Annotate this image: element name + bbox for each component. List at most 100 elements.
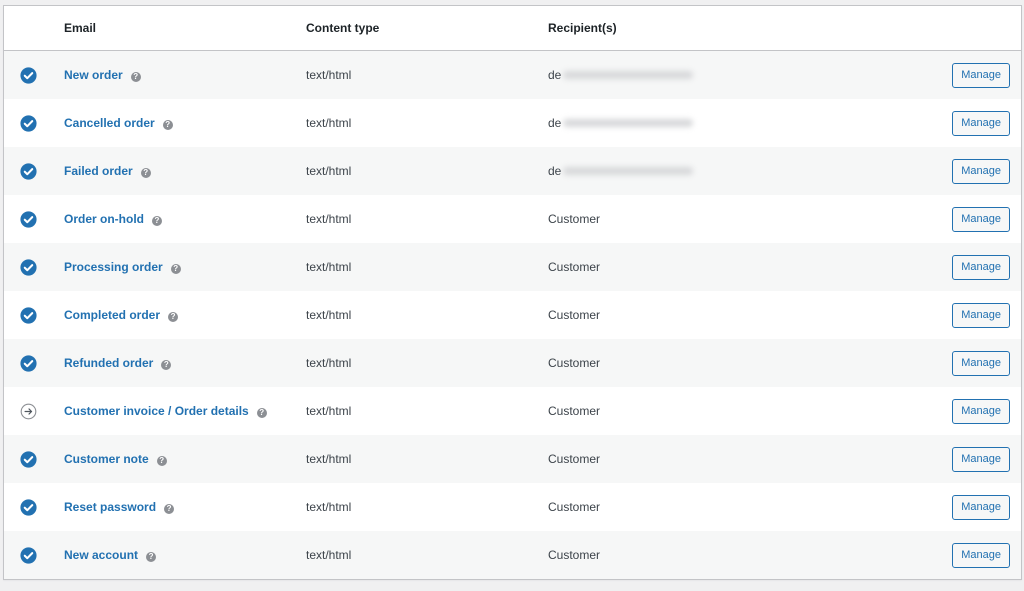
status-cell [4,195,64,243]
help-icon[interactable]: ? [130,72,141,82]
status-cell [4,531,64,579]
email-name-link[interactable]: New account [64,548,138,562]
table-row-6: Completed order? text/html Customer Mana… [4,291,1021,339]
email-name-link[interactable]: Completed order [64,308,160,322]
email-name-link[interactable]: Order on-hold [64,212,144,226]
content-type-cell: text/html [306,387,548,435]
column-header-email: Email [64,6,306,51]
actions-cell: Manage [930,195,1021,243]
content-type-cell: text/html [306,531,548,579]
recipient-text: de [548,68,562,82]
content-type-cell: text/html [306,147,548,195]
manage-button[interactable]: Manage [952,398,1010,424]
table-row-8: Customer invoice / Order details? text/h… [4,387,1021,435]
manage-button[interactable]: Manage [952,206,1010,232]
manage-button[interactable]: Manage [952,446,1010,472]
table-row-5: Processing order? text/html Customer Man… [4,243,1021,291]
check-circle-icon [20,114,37,132]
check-circle-icon [20,66,37,84]
content-type-text: text/html [306,68,352,82]
help-icon[interactable]: ? [168,312,179,322]
table-row-3: Failed order? text/html de Manage [4,147,1021,195]
content-type-text: text/html [306,260,352,274]
actions-cell: Manage [930,339,1021,387]
help-icon[interactable]: ? [161,360,172,370]
content-type-cell: text/html [306,483,548,531]
help-icon[interactable]: ? [170,264,181,274]
recipient-text: de [548,164,562,178]
content-type-cell: text/html [306,195,548,243]
recipient-text: Customer [548,212,601,226]
manage-button[interactable]: Manage [952,254,1010,280]
email-name-link[interactable]: Customer invoice / Order details [64,404,249,418]
content-type-text: text/html [306,500,352,514]
email-name-cell: New order? [64,51,306,100]
recipient-text: Customer [548,308,601,322]
actions-cell: Manage [930,147,1021,195]
manage-button[interactable]: Manage [952,302,1010,328]
help-icon[interactable]: ? [162,120,173,130]
arrow-right-circle-icon [20,403,37,419]
actions-cell: Manage [930,291,1021,339]
recipient-cell: Customer [548,195,930,243]
manage-button[interactable]: Manage [952,110,1010,136]
email-name-cell: Processing order? [64,243,306,291]
column-header-actions [930,6,1021,51]
check-circle-icon [20,210,37,228]
table-row-4: Order on-hold? text/html Customer Manage [4,195,1021,243]
check-circle-icon [20,450,37,468]
manage-button[interactable]: Manage [952,350,1010,376]
status-cell [4,147,64,195]
column-header-recipients: Recipient(s) [548,6,930,51]
email-name-link[interactable]: Reset password [64,500,156,514]
status-cell [4,51,64,100]
email-notifications-table: Email Content type Recipient(s) New orde… [3,5,1022,580]
help-icon[interactable]: ? [140,168,151,178]
help-icon[interactable]: ? [156,456,167,466]
table-row-1: New order? text/html de Manage [4,50,1021,100]
status-cell [4,243,64,291]
column-header-status [4,6,64,51]
check-circle-icon [20,498,37,516]
actions-cell: Manage [930,51,1021,100]
manage-button[interactable]: Manage [952,158,1010,184]
email-name-cell: Reset password? [64,483,306,531]
recipient-text: Customer [548,548,601,562]
content-type-cell: text/html [306,435,548,483]
table-body: New order? text/html de Manage Cancelled… [4,50,1021,579]
email-name-cell: Customer invoice / Order details? [64,387,306,435]
help-icon[interactable]: ? [256,408,267,418]
actions-cell: Manage [930,243,1021,291]
recipient-text: Customer [548,404,601,418]
manage-button[interactable]: Manage [952,494,1010,520]
email-name-cell: Cancelled order? [64,99,306,147]
recipient-cell: Customer [548,387,930,435]
help-icon[interactable]: ? [164,504,175,514]
manage-button[interactable]: Manage [952,542,1010,568]
email-name-link[interactable]: Refunded order [64,356,153,370]
status-cell [4,435,64,483]
help-icon[interactable]: ? [152,216,162,226]
actions-cell: Manage [930,99,1021,147]
redacted-email-blur [563,119,694,127]
content-type-cell: text/html [306,99,548,147]
recipient-cell: Customer [548,531,930,579]
check-circle-icon [20,546,37,564]
table-row-11: New account? text/html Customer Manage [4,531,1021,579]
email-name-link[interactable]: Failed order [64,164,133,178]
email-name-cell: Order on-hold? [64,195,306,243]
manage-button[interactable]: Manage [952,62,1010,88]
email-name-link[interactable]: New order [64,68,123,82]
email-name-link[interactable]: Processing order [64,260,163,274]
recipient-cell: Customer [548,243,930,291]
email-name-link[interactable]: Cancelled order [64,116,155,130]
recipient-text: Customer [548,452,601,466]
content-type-cell: text/html [306,291,548,339]
help-icon[interactable]: ? [146,552,157,562]
email-name-link[interactable]: Customer note [64,452,149,466]
recipient-text: Customer [548,500,601,514]
status-cell [4,291,64,339]
content-type-cell: text/html [306,243,548,291]
actions-cell: Manage [930,483,1021,531]
actions-cell: Manage [930,387,1021,435]
